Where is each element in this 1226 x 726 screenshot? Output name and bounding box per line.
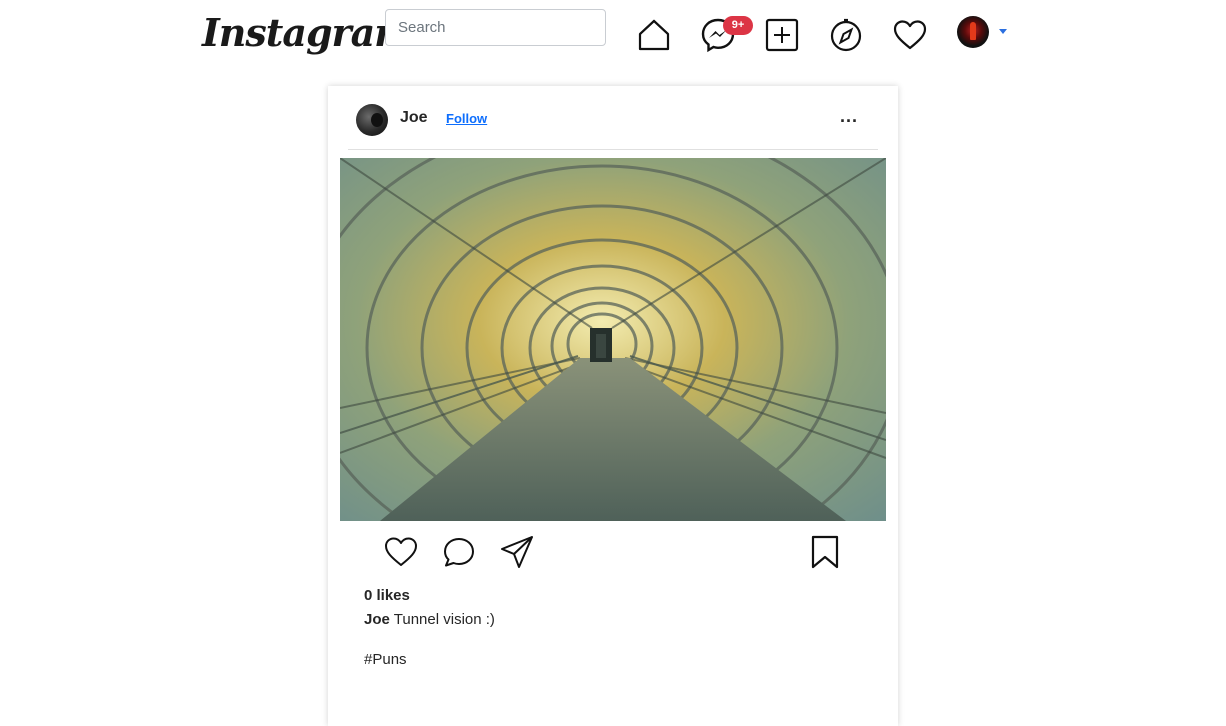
post-header: Joe Follow ... — [348, 86, 878, 150]
post-image[interactable] — [340, 158, 886, 521]
new-post-icon[interactable] — [764, 17, 800, 53]
follow-link[interactable]: Follow — [446, 111, 487, 126]
profile-avatar — [957, 16, 989, 48]
share-icon[interactable] — [499, 534, 535, 570]
activity-heart-icon[interactable] — [892, 17, 928, 53]
bookmark-icon[interactable] — [807, 534, 843, 570]
like-heart-icon[interactable] — [383, 534, 419, 570]
more-options-icon[interactable]: ... — [840, 106, 858, 127]
likes-count[interactable]: 0 likes — [364, 587, 410, 604]
instagram-logo[interactable]: Instagram — [202, 10, 414, 55]
post-author-username[interactable]: Joe — [400, 109, 428, 127]
messages-count-badge: 9+ — [723, 16, 753, 35]
post-card: Joe Follow ... 0 likes Joe Tunnel vision… — [328, 86, 898, 726]
comment-icon[interactable] — [441, 534, 477, 570]
hashtag-link[interactable]: #Puns — [364, 651, 407, 668]
explore-compass-icon[interactable] — [828, 17, 864, 53]
top-navbar: Instagram 9+ — [0, 0, 1226, 72]
chevron-down-icon — [999, 29, 1007, 34]
caption-username[interactable]: Joe — [364, 611, 390, 628]
profile-menu-toggle[interactable] — [957, 15, 1009, 49]
home-icon[interactable] — [636, 17, 672, 53]
post-caption: Joe Tunnel vision :) — [364, 611, 495, 628]
search-input[interactable] — [385, 9, 606, 46]
caption-text: Tunnel vision :) — [393, 611, 495, 628]
post-author-avatar[interactable] — [356, 104, 388, 136]
